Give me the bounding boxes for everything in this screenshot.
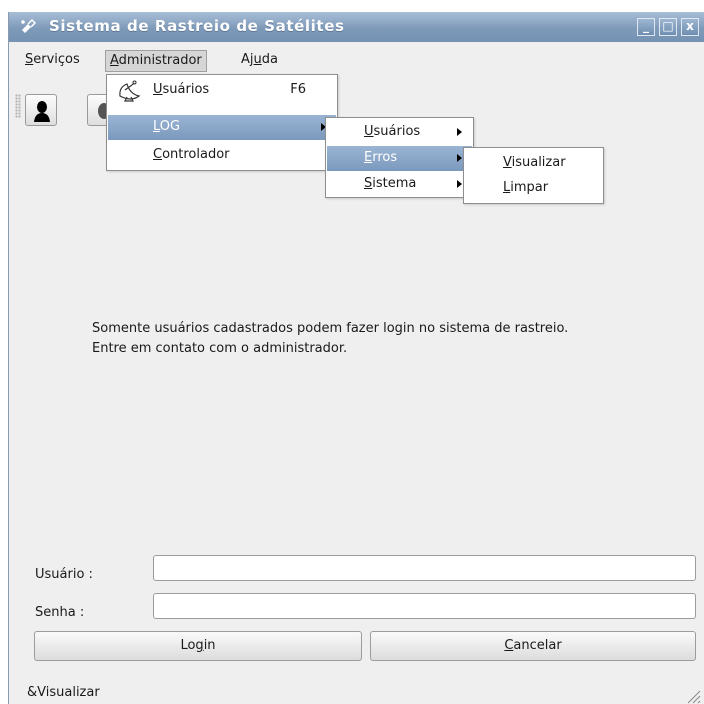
- info-line-1: Somente usuários cadastrados podem fazer…: [92, 321, 569, 336]
- senha-label: Senha :: [35, 605, 85, 620]
- satellite-dish-icon: [119, 80, 141, 102]
- window-title: Sistema de Rastreio de Satélites: [49, 17, 345, 35]
- submenu-arrow-icon: [457, 154, 462, 162]
- log-item-erros[interactable]: Erros: [327, 146, 472, 171]
- cancel-button[interactable]: Cancelar: [370, 631, 696, 661]
- menu-administrador[interactable]: Administrador: [105, 50, 207, 72]
- status-bar-text: &Visualizar: [27, 685, 100, 700]
- menu-item-controlador[interactable]: Controlador: [108, 143, 336, 168]
- menu-bar: Serviços Administrador Ajuda: [9, 42, 704, 76]
- log-item-sistema[interactable]: Sistema: [327, 172, 472, 197]
- minimize-button[interactable]: _: [637, 18, 655, 36]
- info-line-2: Entre em contato com o administrador.: [92, 341, 348, 356]
- erros-item-visualizar[interactable]: Visualizar: [465, 151, 602, 176]
- erros-submenu: Visualizar Limpar: [463, 147, 604, 204]
- users-tool-button[interactable]: [25, 94, 57, 126]
- satellite-icon: [21, 18, 37, 33]
- usuario-input[interactable]: [153, 555, 696, 581]
- user-icon: [34, 101, 50, 122]
- senha-input[interactable]: [153, 593, 696, 619]
- menu-servicos[interactable]: Serviços: [21, 50, 84, 72]
- shortcut-label: F6: [290, 82, 306, 97]
- menu-item-usuarios[interactable]: Usuários F6: [108, 78, 336, 103]
- close-button[interactable]: x: [681, 18, 699, 36]
- toolbar-grip[interactable]: [15, 94, 21, 118]
- usuario-label: Usuário :: [35, 567, 93, 582]
- menu-item-log[interactable]: LOG: [108, 115, 336, 140]
- resize-grip-icon[interactable]: [681, 684, 701, 704]
- login-button[interactable]: Login: [34, 631, 362, 661]
- maximize-button[interactable]: □: [659, 18, 677, 36]
- log-item-usuarios[interactable]: Usuários: [327, 120, 472, 145]
- title-bar[interactable]: Sistema de Rastreio de Satélites _ □ x: [9, 12, 704, 42]
- erros-item-limpar[interactable]: Limpar: [465, 176, 602, 201]
- administrador-menu: Usuários F6 LOG Controlador: [106, 74, 338, 171]
- submenu-arrow-icon: [457, 180, 462, 188]
- info-message: Somente usuários cadastrados podem fazer…: [92, 319, 568, 359]
- submenu-arrow-icon: [457, 128, 462, 136]
- menu-ajuda[interactable]: Ajuda: [237, 50, 282, 72]
- log-submenu: Usuários Erros Sistema: [325, 117, 474, 198]
